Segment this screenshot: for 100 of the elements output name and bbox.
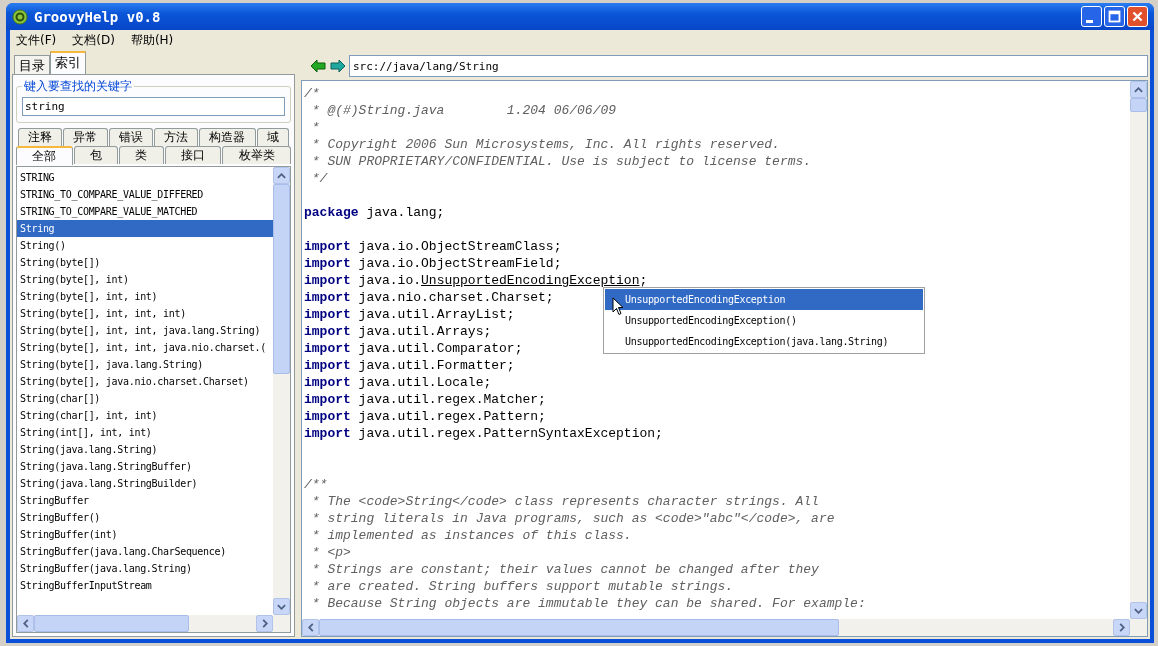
code-line: import java.util.Comparator; [304,340,523,357]
filter-tab[interactable]: 域 [256,128,289,146]
filter-tab[interactable]: 类 [119,146,164,164]
menu-item[interactable]: 文件(F) [16,31,57,49]
scroll-thumb[interactable] [1130,98,1147,112]
filter-tab[interactable]: 异常 [63,128,108,146]
horizontal-scrollbar[interactable] [17,615,290,632]
forward-button[interactable] [329,57,347,75]
code-line: import java.util.regex.Pattern; [304,408,546,425]
suggestion-item[interactable]: UnsupportedEncodingException() [605,310,923,331]
vertical-scrollbar[interactable] [273,167,290,615]
index-item[interactable]: STRING_TO_COMPARE_VALUE_MATCHED [17,203,273,220]
suggestion-item[interactable]: UnsupportedEncodingException(java.lang.String) [605,331,923,352]
filter-tab[interactable]: 构造器 [199,128,256,146]
scroll-thumb[interactable] [34,615,189,632]
app-logo-icon [12,8,28,25]
index-item[interactable]: STRING [17,169,273,186]
index-item[interactable]: String(java.lang.String) [17,441,273,458]
minimize-icon [1086,20,1093,23]
code-line: import java.util.Locale; [304,374,492,391]
code-comment: * implemented as instances of this class. [310,527,632,544]
filter-tab[interactable]: 包 [73,146,119,164]
scroll-left-button[interactable] [17,615,34,632]
code-comment: */ [310,170,328,187]
index-item[interactable]: String(byte[], int, int, java.nio.charset.( [17,339,273,356]
scroll-right-button[interactable] [256,615,273,632]
suggestion-item[interactable]: UnsupportedEncodingException [605,289,923,310]
right-arrow-icon [330,59,346,73]
maximize-button[interactable] [1104,6,1125,27]
scroll-thumb[interactable] [273,184,290,374]
mouse-pointer-icon [612,297,624,316]
filter-tab[interactable]: 全部 [16,146,73,165]
scroll-left-button[interactable] [302,619,319,636]
code-line: package java.lang; [304,204,445,221]
horizontal-scrollbar[interactable] [302,619,1147,636]
code-line: import java.io.UnsupportedEncodingException; [304,272,648,289]
filter-tab[interactable]: 方法 [154,128,199,146]
code-line: import java.util.Arrays; [304,323,492,340]
index-item[interactable]: String(char[], int, int) [17,407,273,424]
scroll-down-button[interactable] [1130,602,1147,619]
code-comment: /* [304,85,320,102]
code-comment: * [310,119,320,136]
search-field[interactable]: string [22,97,285,116]
menu-item[interactable]: 文档(D) [72,31,115,49]
scroll-down-button[interactable] [273,598,290,615]
scroll-right-button[interactable] [1113,619,1130,636]
filter-tab[interactable]: 错误 [108,128,153,146]
index-item[interactable]: String(java.lang.StringBuilder) [17,475,273,492]
sidebar-tab[interactable]: 索引 [50,51,86,74]
index-item[interactable]: String(byte[], int, int, int) [17,305,273,322]
index-item[interactable]: String(char[]) [17,390,273,407]
code-comment: * SUN PROPRIETARY/CONFIDENTIAL. Use is subject to license terms. [310,153,812,170]
scroll-thumb[interactable] [319,619,839,636]
index-item[interactable]: String() [17,237,273,254]
filter-tab[interactable]: 接口 [164,146,222,164]
back-button[interactable] [309,57,327,75]
filter-tab[interactable]: 枚举类 [222,146,291,164]
index-item[interactable]: String(byte[], int, int, java.lang.String) [17,322,273,339]
code-comment: * are created. String buffers support mutable strings. [310,578,734,595]
code-comment: /** [304,476,328,493]
index-item[interactable]: String(int[], int, int) [17,424,273,441]
index-item[interactable]: String(java.lang.StringBuffer) [17,458,273,475]
search-label: 键入要查找的关键字 [23,78,133,95]
index-item[interactable]: String [17,220,273,237]
sidebar-tab[interactable]: 目录 [14,55,50,74]
code-line: import java.io.ObjectStreamClass; [304,238,562,255]
index-item[interactable]: String(byte[], java.lang.String) [17,356,273,373]
window-title: GroovyHelp v0.8 [34,8,162,25]
code-comment: * Because String objects are immutable they can be shared. For example: [310,595,866,612]
code-line: import java.io.ObjectStreamField; [304,255,562,272]
index-item[interactable]: StringBufferInputStream [17,577,273,594]
scroll-up-button[interactable] [1130,81,1147,98]
index-item[interactable]: StringBuffer [17,492,273,509]
code-line: import java.nio.charset.Charset; [304,289,554,306]
code-comment: * string literals in Java programs, such as <code>"abc"</code>, are [310,510,835,527]
menu-item[interactable]: 帮助(H) [130,31,174,49]
index-item[interactable]: String(byte[], java.nio.charset.Charset) [17,373,273,390]
index-item[interactable]: String(byte[], int) [17,271,273,288]
code-comment: * The <code>String</code> class represents character strings. All [310,493,819,510]
filter-tab[interactable]: 注释 [18,128,63,146]
code-line: import java.util.ArrayList; [304,306,515,323]
left-arrow-icon [310,59,326,73]
address-field[interactable]: src://java/lang/String [349,55,1148,77]
index-item[interactable]: String(byte[]) [17,254,273,271]
code-line: import java.util.Formatter; [304,357,515,374]
index-item[interactable]: StringBuffer(int) [17,526,273,543]
index-item[interactable]: StringBuffer(java.lang.CharSequence) [17,543,273,560]
code-comment: * <p> [310,544,351,561]
code-comment: * Copyright 2006 Sun Microsystems, Inc. All rights reserved. [310,136,780,153]
minimize-button[interactable] [1081,6,1102,27]
close-button[interactable] [1127,6,1148,27]
vertical-scrollbar[interactable] [1130,81,1147,619]
index-item[interactable]: StringBuffer() [17,509,273,526]
code-comment: * @(#)String.java 1.204 06/06/09 [310,102,617,119]
index-item[interactable]: STRING_TO_COMPARE_VALUE_DIFFERED [17,186,273,203]
index-item[interactable]: StringBuffer(java.lang.String) [17,560,273,577]
scroll-up-button[interactable] [273,167,290,184]
index-item[interactable]: String(byte[], int, int) [17,288,273,305]
code-line: import java.util.regex.Matcher; [304,391,546,408]
code-comment: * Strings are constant; their values cannot be changed after they [310,561,819,578]
